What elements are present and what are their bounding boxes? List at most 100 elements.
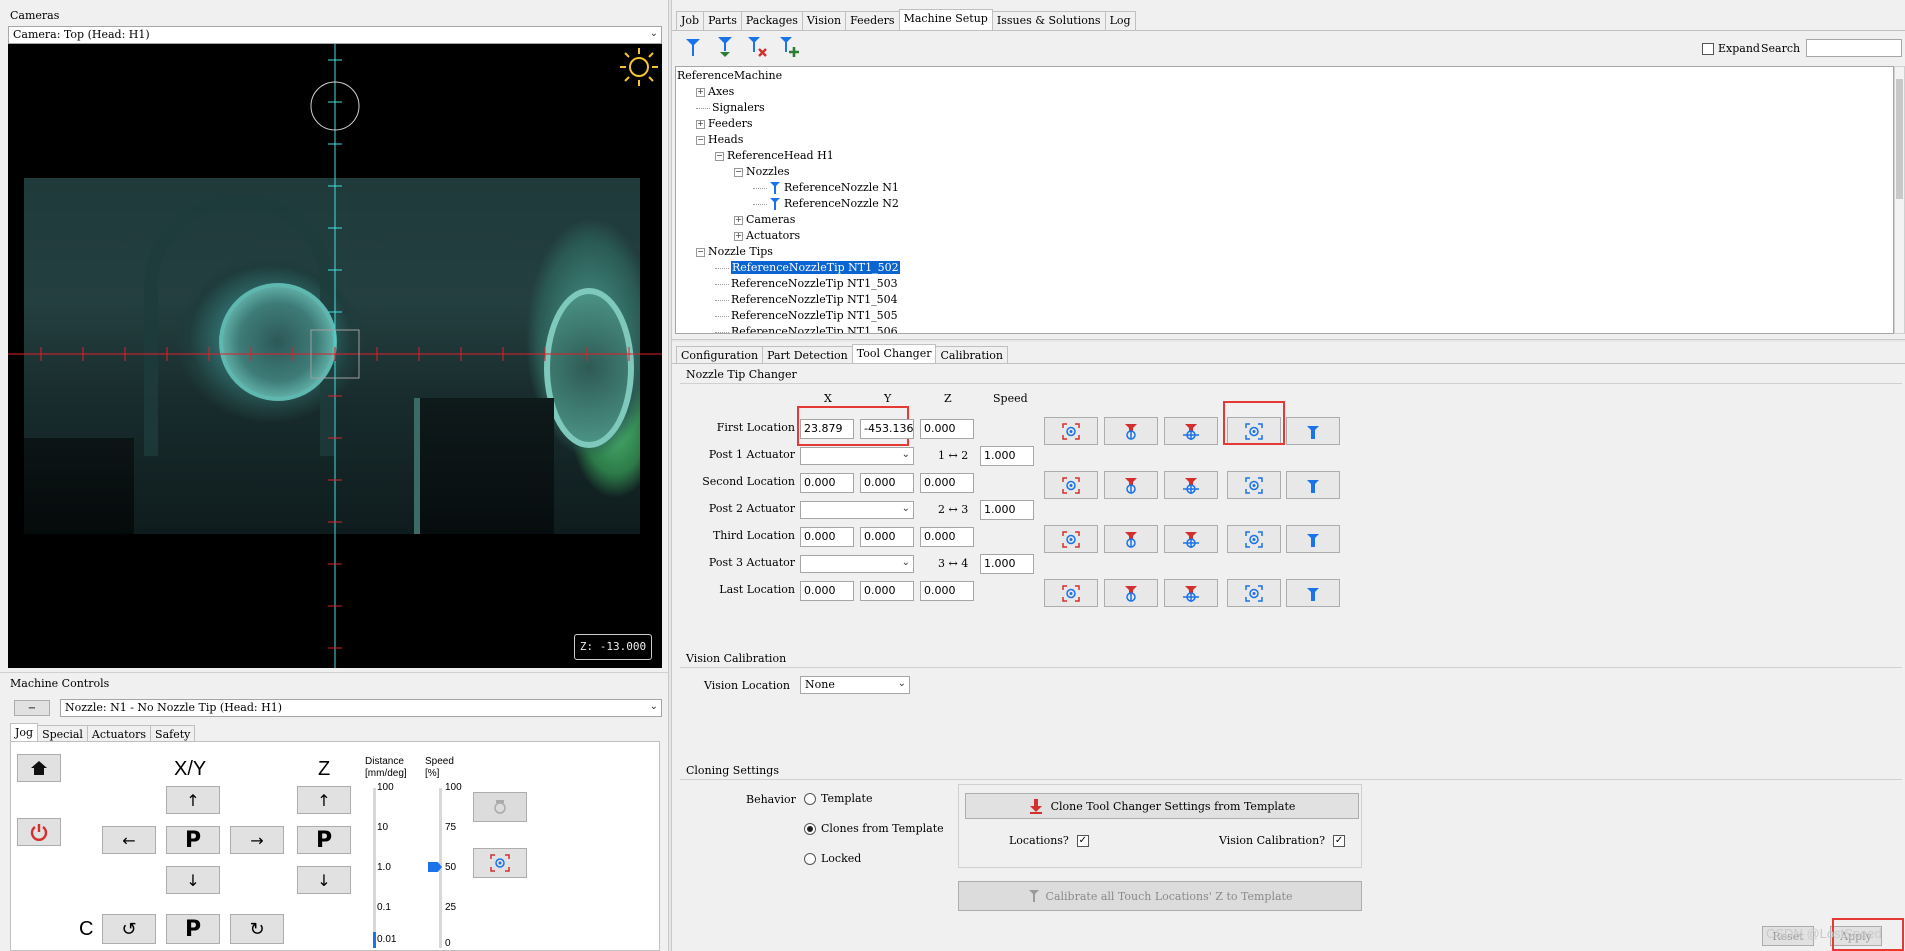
radio-locked-control[interactable] <box>804 852 816 865</box>
vision-calibration-control[interactable]: Vision Calibration? ✓ <box>1219 834 1346 847</box>
tab-issues-solutions[interactable]: Issues & Solutions <box>991 11 1106 30</box>
capture-camera-button[interactable] <box>473 848 527 878</box>
collapse-icon[interactable]: − <box>696 135 705 145</box>
park-z-button[interactable]: P <box>297 826 351 854</box>
tab-feeders[interactable]: Feeders <box>845 11 900 30</box>
tab-job[interactable]: Job <box>676 11 705 30</box>
locations-control[interactable]: Locations? ✓ <box>1009 834 1089 847</box>
tab-tool-changer[interactable]: Tool Changer <box>851 344 937 363</box>
rotate-cw-button[interactable]: ↻ <box>230 914 284 944</box>
park-xy-button[interactable]: P <box>166 826 220 854</box>
jog-x-plus-button[interactable]: → <box>230 826 284 854</box>
location-x-field[interactable]: 0.000 <box>800 473 854 493</box>
tab-vision[interactable]: Vision <box>801 11 847 30</box>
speed-field[interactable]: 1.000 <box>980 500 1034 520</box>
home-button[interactable] <box>17 754 61 782</box>
capture-camera-button[interactable] <box>1044 579 1098 607</box>
location-y-field[interactable]: 0.000 <box>860 581 914 601</box>
capture-nozzle-button[interactable] <box>1104 471 1158 499</box>
tree-item[interactable]: ReferenceNozzle N2 <box>753 197 899 211</box>
power-button[interactable] <box>17 818 61 846</box>
collapse-icon[interactable]: − <box>696 247 705 257</box>
nozzle-selector[interactable]: Nozzle: N1 - No Nozzle Tip (Head: H1) ⌄ <box>60 699 662 717</box>
position-camera-button[interactable] <box>1227 525 1281 553</box>
expand-control[interactable]: Expand <box>1702 42 1760 55</box>
tree-item[interactable]: ReferenceNozzleTip NT1_506 <box>715 325 898 333</box>
tree-item[interactable]: ReferenceMachine <box>677 69 782 82</box>
nozzle-actuator-button[interactable] <box>473 792 527 822</box>
tree-item[interactable]: Signalers <box>696 101 765 114</box>
tab-safety[interactable]: Safety <box>150 725 196 742</box>
park-c-button[interactable]: P <box>166 914 220 944</box>
location-y-field[interactable]: 0.000 <box>860 527 914 547</box>
tab-configuration[interactable]: Configuration <box>676 346 764 363</box>
jog-z-plus-button[interactable]: ↑ <box>297 786 351 814</box>
radio-template[interactable]: Template <box>804 792 872 805</box>
collapse-icon[interactable]: − <box>734 167 743 177</box>
camera-view[interactable]: Z: -13.000 <box>8 44 662 668</box>
tree-item[interactable]: ReferenceNozzleTip NT1_502 <box>715 260 901 275</box>
move-nozzle-button[interactable] <box>1286 417 1340 445</box>
move-nozzle-button[interactable] <box>1286 471 1340 499</box>
tab-machine-setup[interactable]: Machine Setup <box>898 9 993 30</box>
tab-log[interactable]: Log <box>1104 11 1136 30</box>
tree-item[interactable]: − Heads <box>696 133 743 146</box>
clone-button[interactable]: Clone Tool Changer Settings from Templat… <box>965 793 1359 819</box>
position-camera-button[interactable] <box>1227 471 1281 499</box>
capture-nozzle-button[interactable] <box>1104 417 1158 445</box>
location-x-field[interactable]: 0.000 <box>800 527 854 547</box>
tab-actuators[interactable]: Actuators <box>86 725 152 742</box>
collapse-icon[interactable]: − <box>715 151 724 161</box>
location-y-field[interactable]: 0.000 <box>860 473 914 493</box>
expand-icon[interactable]: + <box>734 215 743 225</box>
tab-special[interactable]: Special <box>37 725 88 742</box>
rotate-ccw-button[interactable]: ↺ <box>102 914 156 944</box>
tree-item[interactable]: ReferenceNozzleTip NT1_504 <box>715 293 898 306</box>
position-nozzle-button[interactable] <box>1164 471 1218 499</box>
tree-item[interactable]: + Actuators <box>734 229 800 242</box>
position-nozzle-button[interactable] <box>1164 579 1218 607</box>
capture-camera-button[interactable] <box>1044 471 1098 499</box>
expand-icon[interactable]: + <box>696 87 705 97</box>
jog-y-minus-button[interactable]: ↓ <box>166 866 220 894</box>
capture-camera-button[interactable] <box>1044 525 1098 553</box>
radio-clones[interactable]: Clones from Template <box>804 822 944 835</box>
expand-checkbox[interactable] <box>1702 42 1714 55</box>
speed-field[interactable]: 1.000 <box>980 554 1034 574</box>
capture-camera-button[interactable] <box>1044 417 1098 445</box>
location-x-field[interactable]: 0.000 <box>800 581 854 601</box>
nozzle-icon[interactable] <box>682 36 704 58</box>
locations-checkbox[interactable]: ✓ <box>1076 834 1089 847</box>
location-z-field[interactable]: 0.000 <box>920 527 974 547</box>
move-nozzle-button[interactable] <box>1286 525 1340 553</box>
horizontal-splitter[interactable] <box>672 339 1905 342</box>
jog-x-minus-button[interactable]: ← <box>102 826 156 854</box>
distance-slider[interactable] <box>373 788 376 948</box>
tree-item[interactable]: − ReferenceHead H1 <box>715 149 834 162</box>
radio-clones-control[interactable] <box>804 822 816 835</box>
capture-nozzle-button[interactable] <box>1104 525 1158 553</box>
position-camera-button[interactable] <box>1227 579 1281 607</box>
radio-locked[interactable]: Locked <box>804 852 861 865</box>
tree-item[interactable]: − Nozzle Tips <box>696 245 773 258</box>
location-z-field[interactable]: 0.000 <box>920 581 974 601</box>
position-nozzle-button[interactable] <box>1164 525 1218 553</box>
search-input[interactable] <box>1806 39 1902 57</box>
nozzle-remove-icon[interactable] <box>746 36 768 58</box>
tree-item[interactable]: + Cameras <box>734 213 795 226</box>
location-z-field[interactable]: 0.000 <box>920 473 974 493</box>
expand-icon[interactable]: + <box>696 119 705 129</box>
tab-jog[interactable]: Jog <box>10 723 39 742</box>
sun-icon[interactable] <box>618 46 660 88</box>
tab-part-detection[interactable]: Part Detection <box>762 346 853 363</box>
tree-scrollbar-thumb[interactable] <box>1896 79 1903 199</box>
calibrate-button[interactable]: Calibrate all Touch Locations' Z to Temp… <box>958 881 1362 911</box>
tab-parts[interactable]: Parts <box>703 11 742 30</box>
tree-item[interactable]: ReferenceNozzleTip NT1_503 <box>715 277 898 290</box>
location-x-field[interactable]: 23.879 <box>800 419 854 439</box>
nozzle-add-icon[interactable] <box>778 36 800 58</box>
vision-calibration-checkbox[interactable]: ✓ <box>1333 834 1346 847</box>
jog-z-minus-button[interactable]: ↓ <box>297 866 351 894</box>
tree-item[interactable]: − Nozzles <box>734 165 790 178</box>
speed-field[interactable]: 1.000 <box>980 446 1034 466</box>
